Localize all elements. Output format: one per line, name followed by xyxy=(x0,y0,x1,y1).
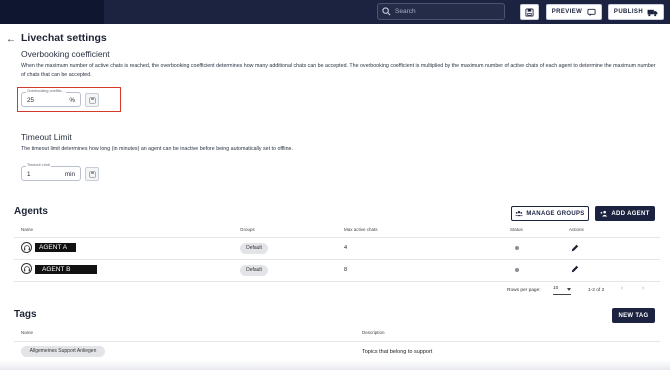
save-draft-button[interactable] xyxy=(520,4,539,20)
comment-icon xyxy=(587,8,596,16)
publish-label: PUBLISH xyxy=(613,9,644,15)
tags-col-description: Description xyxy=(362,330,385,335)
divider xyxy=(14,259,660,260)
group-icon xyxy=(515,210,524,217)
agents-col-name: Name xyxy=(21,227,34,232)
tags-heading: Tags xyxy=(14,309,37,320)
chevron-left-icon[interactable]: ‹ xyxy=(621,285,623,292)
overbooking-description: When the maximum number of active chats … xyxy=(21,63,656,78)
agents-col-actions: Actions xyxy=(569,227,584,232)
search-icon xyxy=(382,7,391,16)
agents-col-max-chats: Max active chats xyxy=(344,227,378,232)
max-chats-value: 4 xyxy=(344,245,348,251)
agent-name: AGENT B xyxy=(35,265,97,274)
agents-col-groups: Groups xyxy=(240,227,255,232)
chevron-right-icon[interactable]: › xyxy=(642,285,644,292)
search-box[interactable] xyxy=(377,3,505,20)
page-title: Livechat settings xyxy=(21,32,107,44)
agents-col-status: Status xyxy=(510,227,523,232)
manage-groups-label: MANAGE GROUPS xyxy=(526,210,585,217)
timeout-field-value: 1 xyxy=(27,171,31,178)
overbooking-field-label: Overbooking coeffici... xyxy=(26,89,66,93)
timeout-field[interactable]: Timeout Limit 1 min xyxy=(21,163,81,181)
headset-icon xyxy=(23,265,30,271)
timeout-heading: Timeout Limit xyxy=(21,132,72,142)
group-chip: Default xyxy=(240,265,268,276)
timeout-field-label: Timeout Limit xyxy=(26,163,51,167)
overbooking-heading: Overbooking coefficient xyxy=(21,49,110,59)
caret-down-icon xyxy=(567,288,571,291)
avatar xyxy=(21,263,32,274)
preview-button[interactable]: PREVIEW xyxy=(546,4,602,20)
divider xyxy=(14,237,660,238)
agents-heading: Agents xyxy=(14,206,48,217)
rows-per-page-value: 10 xyxy=(553,286,559,291)
status-dot xyxy=(515,246,519,250)
preview-label: PREVIEW xyxy=(551,9,583,15)
add-person-icon xyxy=(600,210,608,217)
floppy-icon xyxy=(88,96,96,104)
new-tag-label: NEW TAG xyxy=(618,312,649,319)
rows-per-page-label: Rows per page: xyxy=(507,288,541,293)
group-chip: Default xyxy=(240,243,268,254)
main-content: ← Livechat settings Overbooking coeffici… xyxy=(0,24,670,370)
overbooking-field[interactable]: Overbooking coeffici... 25 % xyxy=(21,89,81,107)
add-agent-label: ADD AGENT xyxy=(611,210,650,217)
edit-pencil-icon[interactable] xyxy=(571,244,579,252)
add-agent-button[interactable]: ADD AGENT xyxy=(595,206,655,221)
max-chats-value: 8 xyxy=(344,267,348,273)
pagination-range: 1-2 of 2 xyxy=(588,288,605,293)
overbooking-field-unit: % xyxy=(69,97,75,104)
edit-pencil-icon[interactable] xyxy=(571,265,579,273)
floppy-icon xyxy=(88,170,96,178)
tags-col-name: Name xyxy=(21,330,34,335)
avatar xyxy=(21,242,32,253)
timeout-description: The timeout limit determines how long (i… xyxy=(21,146,293,152)
bottom-fade xyxy=(0,360,670,370)
top-bar: PREVIEW PUBLISH xyxy=(0,0,670,24)
status-dot xyxy=(515,268,519,272)
divider xyxy=(14,341,660,342)
timeout-save-button[interactable] xyxy=(85,167,99,181)
overbooking-save-button[interactable] xyxy=(85,93,99,107)
timeout-field-unit: min xyxy=(64,171,75,178)
tag-chip[interactable]: Allgemeines Support Anliegen xyxy=(21,346,105,357)
back-arrow-icon[interactable]: ← xyxy=(6,34,16,45)
truck-icon xyxy=(647,9,658,16)
headset-icon xyxy=(23,244,30,250)
brand-area xyxy=(0,0,104,24)
agent-name: AGENT A xyxy=(35,243,76,252)
search-input[interactable] xyxy=(395,8,495,15)
divider xyxy=(14,281,660,282)
manage-groups-button[interactable]: MANAGE GROUPS xyxy=(511,206,589,221)
overbooking-field-value: 25 xyxy=(27,97,35,104)
tag-description: Topics that belong to support xyxy=(362,349,433,355)
publish-button[interactable]: PUBLISH xyxy=(608,4,664,20)
floppy-icon xyxy=(525,7,534,17)
new-tag-button[interactable]: NEW TAG xyxy=(612,308,655,323)
rows-per-page-select[interactable]: 10 xyxy=(553,286,571,295)
